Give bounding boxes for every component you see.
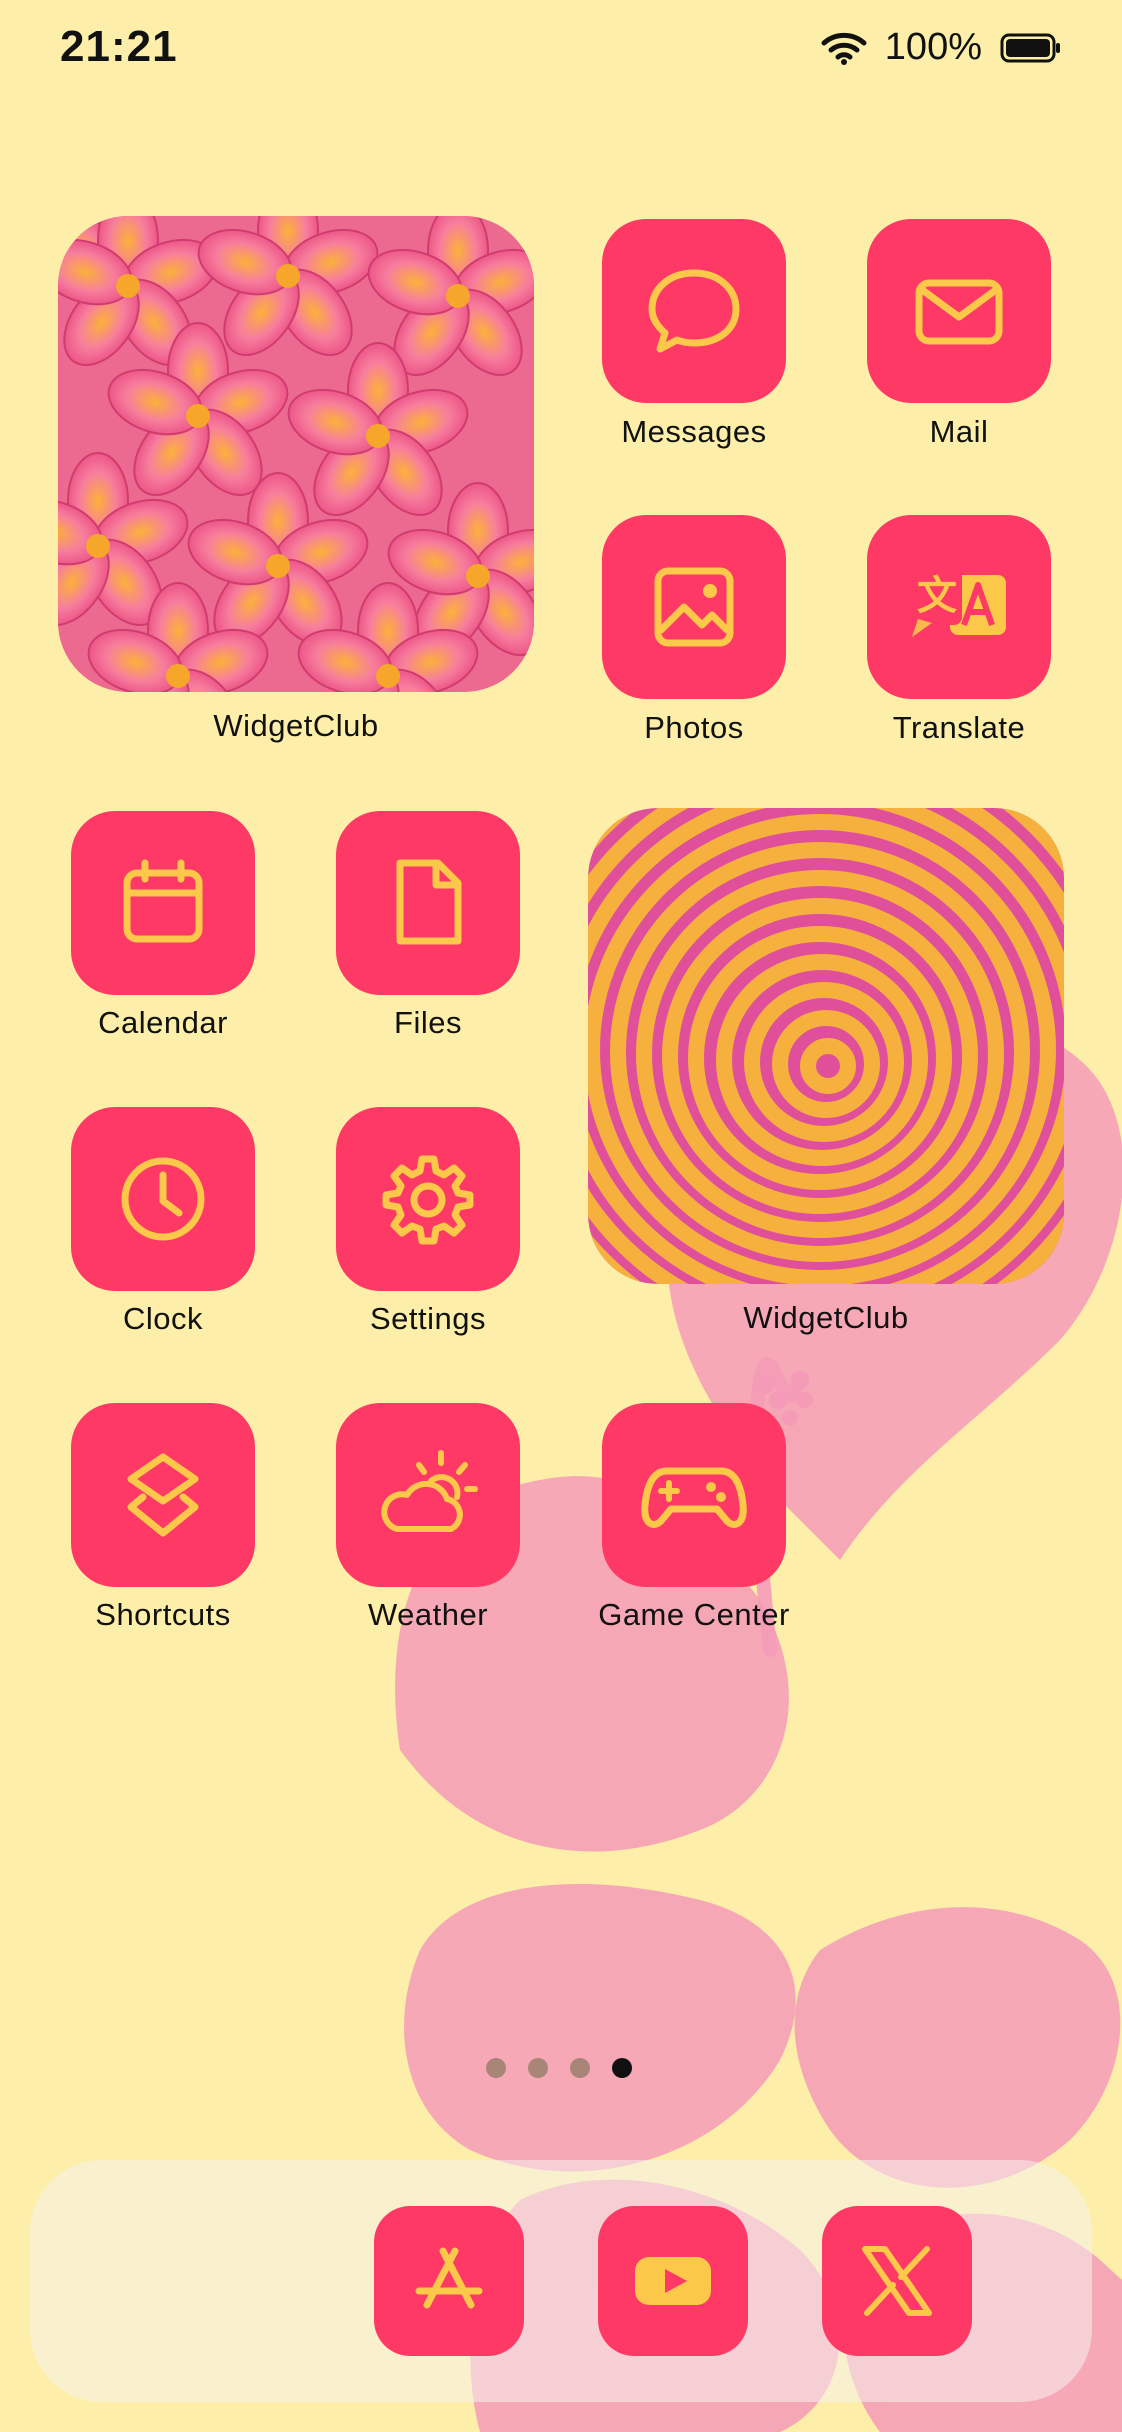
shortcuts-label: Shortcuts [95,1597,231,1632]
document-icon [396,859,462,945]
photos-app-button[interactable] [602,515,786,699]
mail-label: Mail [929,414,989,449]
layers-icon [127,1453,199,1537]
calendar-app-button[interactable] [71,811,255,995]
shortcuts-app-button[interactable] [71,1403,255,1587]
gear-icon [382,1155,474,1245]
page-dot[interactable] [528,2058,548,2078]
wifi-icon [821,32,867,65]
status-right: 100% [821,26,1062,69]
envelope-icon [915,279,1003,345]
messages-label: Messages [621,414,767,449]
photo-icon [654,567,734,647]
clock-icon [121,1157,205,1241]
calendar-icon [123,859,203,943]
widgetclub-widget-spiral[interactable] [588,808,1064,1284]
youtube-button[interactable] [598,2206,748,2356]
game-center-label: Game Center [598,1597,790,1632]
files-app-button[interactable] [336,811,520,995]
widgetclub-label-1: WidgetClub [213,708,379,743]
spiral-image [588,808,1064,1284]
status-time: 21:21 [60,22,178,71]
messages-app-button[interactable] [602,219,786,403]
widgetclub-widget-flowers[interactable] [58,216,534,692]
settings-app-button[interactable] [336,1107,520,1291]
page-dot-active[interactable] [612,2058,632,2078]
translate-app-button[interactable]: 文 [867,515,1051,699]
page-dot[interactable] [570,2058,590,2078]
clock-app-button[interactable] [71,1107,255,1291]
svg-text:文: 文 [917,573,957,619]
app-store-icon [415,2247,483,2309]
translate-icon: 文 [912,569,1006,637]
x-icon [862,2246,932,2316]
app-store-button[interactable] [374,2206,524,2356]
photos-label: Photos [644,710,744,745]
gamepad-icon [641,1467,747,1528]
x-app-button[interactable] [822,2206,972,2356]
widgetclub-label-2: WidgetClub [743,1300,909,1335]
calendar-label: Calendar [98,1005,228,1040]
clock-label: Clock [122,1301,203,1336]
speech-bubble-icon [648,269,740,353]
weather-app-button[interactable] [336,1403,520,1587]
game-center-app-button[interactable] [602,1403,786,1587]
youtube-icon [635,2257,711,2305]
battery-icon [1000,33,1060,62]
mail-app-button[interactable] [867,219,1051,403]
page-indicator[interactable] [486,2058,632,2078]
battery-percent: 100% [884,26,982,68]
weather-label: Weather [367,1597,489,1632]
translate-label: Translate [892,710,1026,745]
files-label: Files [394,1005,462,1040]
plumeria-image [58,216,534,692]
page-dot[interactable] [486,2058,506,2078]
partly-sunny-icon [381,1450,478,1532]
settings-label: Settings [369,1301,486,1336]
